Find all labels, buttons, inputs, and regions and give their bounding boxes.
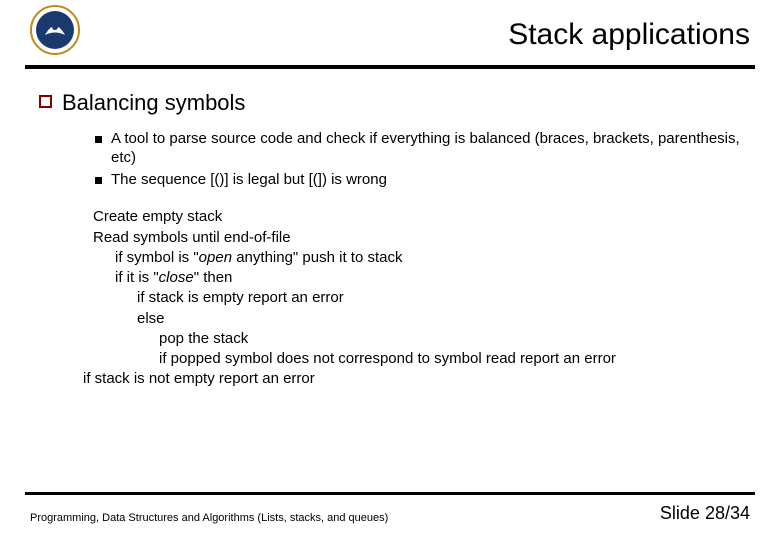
- algo-line: if stack is not empty report an error: [83, 369, 750, 389]
- algo-frag: " then: [194, 269, 233, 286]
- main-bullet-text: Balancing symbols: [62, 90, 245, 116]
- footer-divider: [25, 492, 755, 495]
- content-area: Balancing symbols A tool to parse source…: [35, 90, 750, 390]
- algo-frag: anything" push it to stack: [232, 249, 402, 266]
- algo-line: if popped symbol does not correspond to …: [159, 349, 750, 369]
- algo-line: Read symbols until end-of-file: [93, 228, 750, 248]
- solid-square-bullet-icon: [95, 136, 102, 143]
- page-title: Stack applications: [508, 18, 750, 52]
- slide: Stack applications Balancing symbols A t…: [0, 0, 780, 540]
- sub-item-text: A tool to parse source code and check if…: [111, 130, 750, 168]
- footer-slide-number: Slide 28/34: [660, 503, 750, 524]
- footer-course-text: Programming, Data Structures and Algorit…: [30, 512, 388, 524]
- institution-logo: [30, 5, 80, 55]
- sub-item-text: The sequence [()] is legal but [(]) is w…: [111, 171, 387, 190]
- algo-line: if stack is empty report an error: [137, 288, 750, 308]
- hollow-square-bullet-icon: [39, 95, 52, 108]
- sub-bullet-item: A tool to parse source code and check if…: [95, 130, 750, 168]
- algo-frag: if it is ": [115, 269, 159, 286]
- algo-line: if it is "close" then: [115, 268, 750, 288]
- sub-bullet-list: A tool to parse source code and check if…: [95, 130, 750, 189]
- algo-line: else: [137, 309, 750, 329]
- algo-line: pop the stack: [159, 329, 750, 349]
- footer: Programming, Data Structures and Algorit…: [30, 503, 750, 524]
- header-divider: [25, 65, 755, 69]
- solid-square-bullet-icon: [95, 177, 102, 184]
- algo-emph: open: [199, 249, 232, 266]
- header: Stack applications: [0, 0, 780, 68]
- algorithm-block: Create empty stack Read symbols until en…: [93, 207, 750, 389]
- sub-bullet-item: The sequence [()] is legal but [(]) is w…: [95, 171, 750, 190]
- main-bullet: Balancing symbols: [35, 90, 750, 116]
- algo-frag: if symbol is ": [115, 249, 199, 266]
- algo-emph: close: [159, 269, 194, 286]
- algo-line: Create empty stack: [93, 207, 750, 227]
- algo-line: if symbol is "open anything" push it to …: [115, 248, 750, 268]
